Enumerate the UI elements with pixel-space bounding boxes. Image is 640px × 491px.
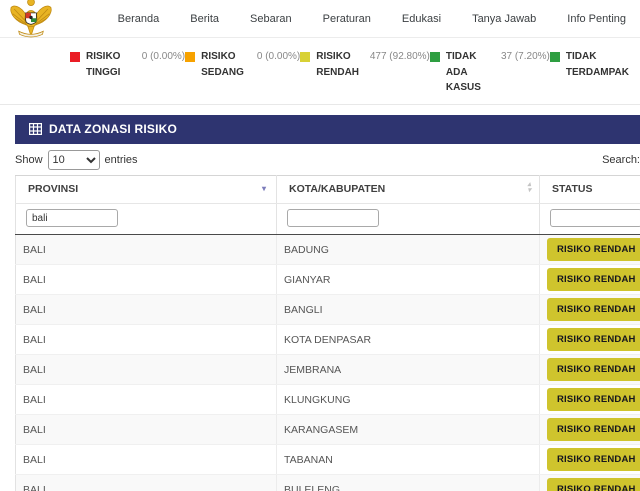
sort-descending-icon[interactable]: ▾ [262,185,266,193]
provinsi-cell: BALI [16,385,277,415]
kota-cell: JEMBRANA [277,355,540,385]
legend-label: RISIKO RENDAH [316,49,363,80]
legend-value: 0 (0.00%) [142,49,185,65]
garuda-pancasila-logo-icon [8,0,54,41]
status-badge[interactable]: RISIKO RENDAH [547,478,640,491]
table-icon [29,123,42,135]
table-controls: Show 10 entries Search: [15,150,640,170]
status-cell: RISIKO RENDAH [540,295,640,325]
column-label: PROVINSI [28,183,78,195]
search-label: Search: [602,154,640,166]
sort-unsorted-icon[interactable]: ▴▾ [527,182,531,195]
column-header-status[interactable]: STATUS [540,175,640,203]
page-size-select[interactable]: 10 [48,150,100,170]
provinsi-cell: BALI [16,445,277,475]
legend-label: TIDAK TERDAMPAK [566,49,629,80]
table-row: BALI BANGLI RISIKO RENDAH [16,295,640,325]
status-cell: RISIKO RENDAH [540,235,640,265]
provinsi-cell: BALI [16,265,277,295]
legend-risiko-rendah: RISIKO RENDAH 477 (92.80%) [300,49,430,96]
legend-tidak-ada-kasus: TIDAK ADA KASUS 37 (7.20%) [430,49,550,96]
table-row: BALI BADUNG RISIKO RENDAH [16,235,640,265]
column-header-provinsi[interactable]: PROVINSI ▾ [16,175,277,203]
status-cell: RISIKO RENDAH [540,415,640,445]
kota-cell: TABANAN [277,445,540,475]
status-badge[interactable]: RISIKO RENDAH [547,268,640,291]
kota-filter-input[interactable] [287,209,379,227]
table-row: BALI BULELENG RISIKO RENDAH [16,475,640,491]
table-row: BALI KARANGASEM RISIKO RENDAH [16,415,640,445]
status-badge[interactable]: RISIKO RENDAH [547,358,640,381]
nav-item-sebaran[interactable]: Sebaran [250,13,292,25]
status-filter-input[interactable] [550,209,640,227]
status-badge[interactable]: RISIKO RENDAH [547,448,640,471]
kota-cell: BANGLI [277,295,540,325]
status-cell: RISIKO RENDAH [540,385,640,415]
legend-value: 477 (92.80%) [370,49,430,65]
nav-item-beranda[interactable]: Beranda [118,13,160,25]
provinsi-cell: BALI [16,235,277,265]
provinsi-cell: BALI [16,415,277,445]
unaffected-swatch-icon [550,52,560,62]
status-cell: RISIKO RENDAH [540,325,640,355]
column-label: KOTA/KABUPATEN [289,183,385,195]
provinsi-cell: BALI [16,355,277,385]
status-badge[interactable]: RISIKO RENDAH [547,238,640,261]
provinsi-cell: BALI [16,475,277,491]
nav-item-berita[interactable]: Berita [190,13,219,25]
table-row: BALI JEMBRANA RISIKO RENDAH [16,355,640,385]
risk-zonation-table: PROVINSI ▾ KOTA/KABUPATEN ▴▾ STATUS BALI [15,175,640,491]
column-label: STATUS [552,183,592,195]
legend-label: TIDAK ADA KASUS [446,49,494,96]
status-cell: RISIKO RENDAH [540,445,640,475]
risk-zonation-panel: DATA ZONASI RISIKO Show 10 entries Searc… [15,115,640,491]
legend-value: 0 (0.00%) [257,49,300,65]
provinsi-filter-input[interactable] [26,209,118,227]
kota-cell: KLUNGKUNG [277,385,540,415]
top-navbar: Beranda Berita Sebaran Peraturan Edukasi… [0,0,640,38]
legend-value: 37 (7.20%) [501,49,550,65]
provinsi-cell: BALI [16,325,277,355]
nav-item-edukasi[interactable]: Edukasi [402,13,441,25]
status-badge[interactable]: RISIKO RENDAH [547,298,640,321]
legend-risiko-tinggi: RISIKO TINGGI 0 (0.00%) [70,49,185,96]
risk-medium-swatch-icon [185,52,195,62]
table-row: BALI KLUNGKUNG RISIKO RENDAH [16,385,640,415]
column-filter-row [16,203,640,235]
table-row: BALI KOTA DENPASAR RISIKO RENDAH [16,325,640,355]
legend-risiko-sedang: RISIKO SEDANG 0 (0.00%) [185,49,300,96]
kota-cell: BULELENG [277,475,540,491]
risk-high-swatch-icon [70,52,80,62]
show-label: Show [15,154,43,166]
risk-low-swatch-icon [300,52,310,62]
legend-label: RISIKO TINGGI [86,49,135,80]
kota-cell: GIANYAR [277,265,540,295]
table-row: BALI GIANYAR RISIKO RENDAH [16,265,640,295]
nav-item-info-penting[interactable]: Info Penting [567,13,626,25]
panel-title: DATA ZONASI RISIKO [49,122,177,136]
status-badge[interactable]: RISIKO RENDAH [547,328,640,351]
no-case-swatch-icon [430,52,440,62]
status-cell: RISIKO RENDAH [540,265,640,295]
provinsi-cell: BALI [16,295,277,325]
nav-item-peraturan[interactable]: Peraturan [323,13,371,25]
column-header-kota-kabupaten[interactable]: KOTA/KABUPATEN ▴▾ [277,175,540,203]
status-cell: RISIKO RENDAH [540,355,640,385]
panel-title-bar: DATA ZONASI RISIKO [15,115,640,144]
table-row: BALI TABANAN RISIKO RENDAH [16,445,640,475]
kota-cell: KARANGASEM [277,415,540,445]
nav-item-tanya-jawab[interactable]: Tanya Jawab [472,13,536,25]
legend-label: RISIKO SEDANG [201,49,250,80]
status-badge[interactable]: RISIKO RENDAH [547,418,640,441]
table-header-row: PROVINSI ▾ KOTA/KABUPATEN ▴▾ STATUS [16,175,640,203]
entries-label: entries [105,154,138,166]
status-cell: RISIKO RENDAH [540,475,640,491]
risk-legend: RISIKO TINGGI 0 (0.00%) RISIKO SEDANG 0 … [0,38,640,105]
kota-cell: BADUNG [277,235,540,265]
kota-cell: KOTA DENPASAR [277,325,540,355]
legend-tidak-terdampak: TIDAK TERDAMPAK [550,49,636,96]
status-badge[interactable]: RISIKO RENDAH [547,388,640,411]
